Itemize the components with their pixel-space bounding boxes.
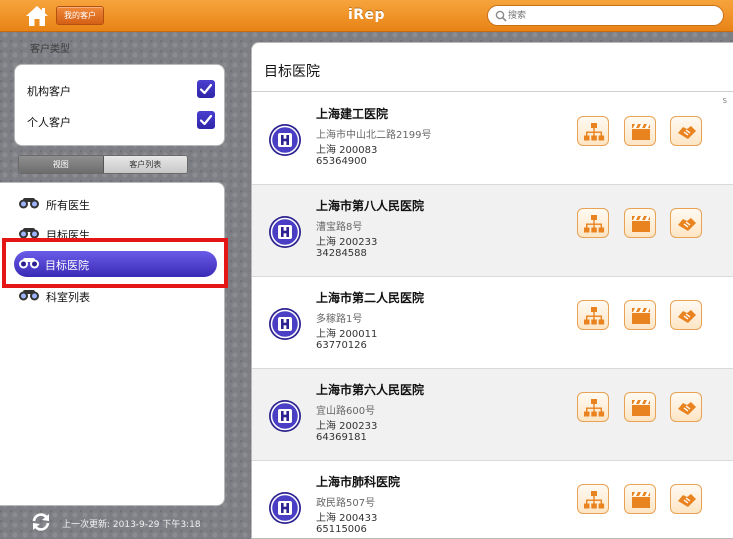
media-button[interactable] <box>624 300 656 330</box>
visit-button[interactable] <box>670 116 702 146</box>
refresh-icon[interactable] <box>30 512 52 532</box>
visit-button[interactable] <box>670 484 702 514</box>
clapperboard-icon <box>632 400 650 416</box>
visit-button[interactable] <box>670 392 702 422</box>
hospital-icon <box>269 400 301 432</box>
hospital-city-zip: 上海 200233 <box>316 421 378 432</box>
handshake-icon <box>678 310 696 323</box>
top-bar: 我的客户 iRep <box>0 0 733 32</box>
hospital-address: 多稼路1号 <box>316 314 363 325</box>
org-chart-button[interactable] <box>577 300 609 330</box>
clapperboard-icon <box>632 308 650 324</box>
hospital-phone: 65364900 <box>316 156 367 167</box>
view-segmented-control: 视图 客户列表 <box>18 155 188 174</box>
hospital-name: 上海市第八人民医院 <box>316 199 425 213</box>
hospital-phone: 34284588 <box>316 248 367 259</box>
last-updated-text: 上一次更新: 2013-9-29 下午3:18 <box>62 520 201 530</box>
hospital-row[interactable]: 上海建工医院 上海市中山北二路2199号 上海 200083 65364900 <box>252 93 733 185</box>
page-title: 目标医院 <box>264 64 320 80</box>
hospital-icon <box>269 492 301 524</box>
institution-checkbox[interactable] <box>197 80 215 98</box>
visit-button[interactable] <box>670 208 702 238</box>
hospital-name: 上海市第六人民医院 <box>316 383 425 397</box>
handshake-icon <box>678 218 696 231</box>
hospital-icon <box>269 216 301 248</box>
clapperboard-icon <box>632 216 650 232</box>
hospital-phone: 65115006 <box>316 524 367 535</box>
org-chart-button[interactable] <box>577 116 609 146</box>
customer-type-card: 机构客户 个人客户 <box>14 64 225 146</box>
hospital-city-zip: 上海 200433 <box>316 513 378 524</box>
hospital-city-zip: 上海 200233 <box>316 237 378 248</box>
clapperboard-icon <box>632 492 650 508</box>
media-button[interactable] <box>624 116 656 146</box>
customer-type-label-institution: 机构客户 <box>27 85 71 98</box>
hospital-row[interactable]: 上海市第二人民医院 多稼路1号 上海 200011 63770126 <box>252 277 733 369</box>
visit-button[interactable] <box>670 300 702 330</box>
hospital-row[interactable]: 上海市肺科医院 政民路507号 上海 200433 65115006 <box>252 461 733 538</box>
nav-item-all-doctors[interactable]: 所有医生 <box>0 191 225 217</box>
customer-type-institution[interactable]: 机构客户 <box>27 78 215 102</box>
hospital-row[interactable]: 上海市第八人民医院 漕宝路8号 上海 200233 34284588 <box>252 185 733 277</box>
handshake-icon <box>678 402 696 415</box>
hospital-name: 上海市肺科医院 <box>316 475 401 489</box>
hospital-phone: 63770126 <box>316 340 367 351</box>
highlight-box <box>2 238 228 288</box>
nav-item-label: 所有医生 <box>46 199 90 212</box>
search-icon <box>495 10 507 22</box>
hospital-icon <box>269 124 301 156</box>
binoculars-icon <box>19 198 39 209</box>
hospital-icon <box>269 308 301 340</box>
clapperboard-icon <box>632 124 650 140</box>
segment-view[interactable]: 视图 <box>19 156 104 173</box>
panel-header: 目标医院 <box>252 43 733 92</box>
hospital-city-zip: 上海 200011 <box>316 329 378 340</box>
media-button[interactable] <box>624 208 656 238</box>
org-chart-icon <box>584 491 605 509</box>
nav-item-label: 科室列表 <box>46 291 90 304</box>
org-chart-button[interactable] <box>577 208 609 238</box>
hospital-name: 上海市第二人民医院 <box>316 291 425 305</box>
org-chart-button[interactable] <box>577 484 609 514</box>
org-chart-icon <box>584 123 605 141</box>
org-chart-button[interactable] <box>577 392 609 422</box>
hospital-address: 政民路507号 <box>316 498 376 509</box>
hospital-name: 上海建工医院 <box>316 107 389 121</box>
handshake-icon <box>678 126 696 139</box>
search-box[interactable] <box>487 5 724 26</box>
org-chart-icon <box>584 399 605 417</box>
media-button[interactable] <box>624 484 656 514</box>
media-button[interactable] <box>624 392 656 422</box>
hospital-address: 上海市中山北二路2199号 <box>316 130 432 141</box>
hospital-phone: 64369181 <box>316 432 367 443</box>
org-chart-icon <box>584 307 605 325</box>
hospital-list-panel: 目标医院 S 上海建工医院 上海市中山北二路2199号 上海 200083 65… <box>251 42 733 539</box>
customer-type-individual[interactable]: 个人客户 <box>27 109 215 133</box>
binoculars-icon <box>19 290 39 301</box>
hospital-city-zip: 上海 200083 <box>316 145 378 156</box>
customer-type-label-individual: 个人客户 <box>27 116 71 129</box>
hospital-row[interactable]: 上海市第六人民医院 宜山路600号 上海 200233 64369181 <box>252 369 733 461</box>
customer-type-label: 客户类型 <box>30 44 70 55</box>
handshake-icon <box>678 494 696 507</box>
checkmark-icon <box>199 83 213 95</box>
hospital-address: 漕宝路8号 <box>316 222 363 233</box>
nav-list: 所有医生 目标医生 目标医院 科室列表 <box>0 182 225 506</box>
individual-checkbox[interactable] <box>197 111 215 129</box>
hospital-address: 宜山路600号 <box>316 406 376 417</box>
checkmark-icon <box>199 114 213 126</box>
segment-customer-list[interactable]: 客户列表 <box>103 156 187 173</box>
search-input[interactable] <box>508 7 708 24</box>
org-chart-icon <box>584 215 605 233</box>
